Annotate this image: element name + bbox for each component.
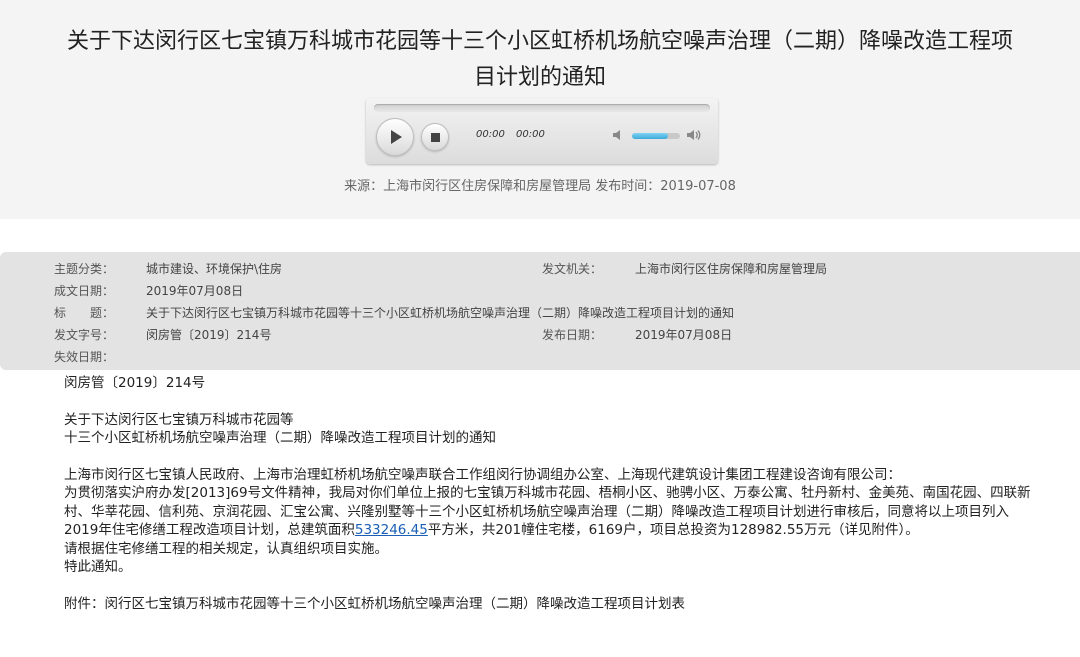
body-heading-line2: 十三个小区虹桥机场航空噪声治理（二期）降噪改造工程项目计划的通知 [64,430,496,446]
title-value: 关于下达闵行区七宝镇万科城市花园等十三个小区虹桥机场航空噪声治理（二期）降噪改造… [146,306,735,320]
expiry-label: 失效日期： [54,350,115,364]
volume-slider[interactable] [632,133,680,139]
docno-value: 闵房管〔2019〕214号 [146,328,272,342]
date-value: 2019年07月08日 [146,284,244,298]
article-body: 闵房管〔2019〕214号 关于下达闵行区七宝镇万科城市花园等 十三个小区虹桥机… [64,374,1034,613]
article-header: 关于下达闵行区七宝镇万科城市花园等十三个小区虹桥机场航空噪声治理（二期）降噪改造… [0,0,1080,219]
issuer-label: 发文机关： [542,262,603,276]
play-button[interactable] [376,118,414,156]
docno-label: 发文字号： [54,328,115,342]
duration-time: 00:00 [516,129,545,140]
area-link[interactable]: 533246.45 [355,522,428,538]
subject-value: 城市建设、环境保护\住房 [146,262,283,276]
pubdate-value: 2019年07月08日 [635,328,733,342]
volume-max-icon[interactable] [686,129,702,141]
volume-slider-fill [632,133,668,139]
source-and-date: 来源：上海市闵行区住房保障和房屋管理局 发布时间：2019-07-08 [344,179,736,194]
audio-player: 00:00 00:00 [366,98,718,164]
attachment-line: 附件：闵行区七宝镇万科城市花园等十三个小区虹桥机场航空噪声治理（二期）降噪改造工… [64,595,685,612]
play-icon [391,130,402,144]
main-paragraph: 为贯彻落实沪府办发[2013]69号文件精神，我局对你们单位上报的七宝镇万科城市… [64,484,1034,540]
document-metadata-panel: 主题分类： 城市建设、环境保护\住房 发文机关： 上海市闵行区住房保障和房屋管理… [0,252,1080,370]
main-paragraph-text-end: 平方米，共201幢住宅楼，6169户，项目总投资为128982.55万元（详见附… [427,522,919,538]
stop-button[interactable] [421,123,449,151]
audio-progress-bar[interactable] [374,104,710,112]
issuer-value: 上海市闵行区住房保障和房屋管理局 [635,262,828,276]
body-heading-line1: 关于下达闵行区七宝镇万科城市花园等 [64,411,294,428]
date-label: 成文日期： [54,284,115,298]
instruction-line: 请根据住宅修缮工程的相关规定，认真组织项目实施。 [64,540,388,557]
pubdate-label: 发布日期： [542,328,603,342]
recipients: 上海市闵行区七宝镇人民政府、上海市治理虹桥机场航空噪声联合工作组闵行协调组办公室… [64,466,901,483]
document-number: 闵房管〔2019〕214号 [64,375,206,391]
current-time: 00:00 [476,129,505,140]
closing-line: 特此通知。 [64,559,132,575]
title-label: 标 题： [54,306,115,320]
stop-icon [430,132,440,142]
volume-mute-icon[interactable] [612,129,628,141]
subject-label: 主题分类： [54,262,115,276]
page-title: 关于下达闵行区七宝镇万科城市花园等十三个小区虹桥机场航空噪声治理（二期）降噪改造… [66,29,1013,90]
